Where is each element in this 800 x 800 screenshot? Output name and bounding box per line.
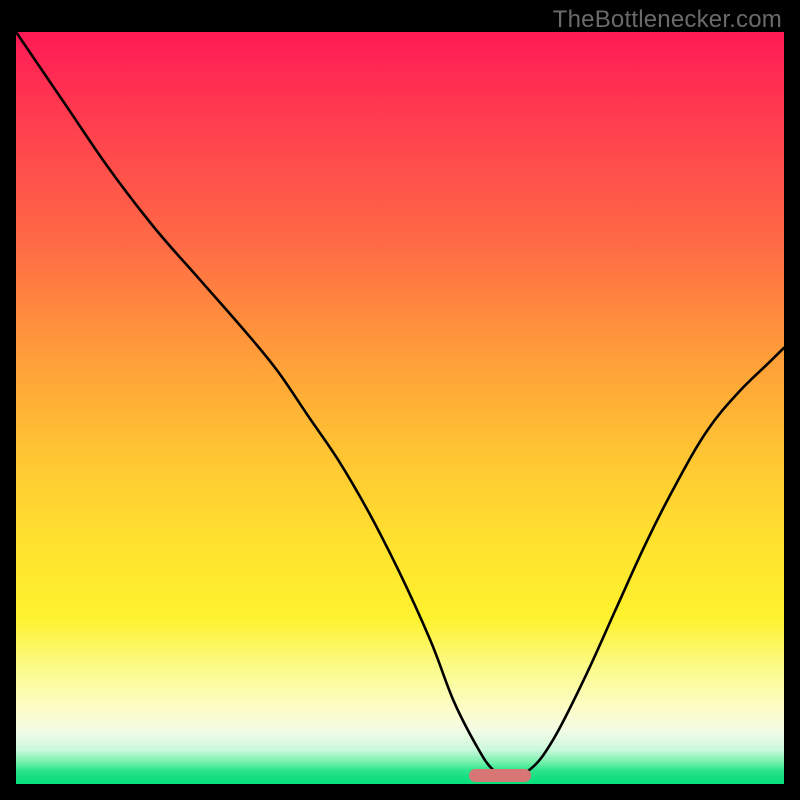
bottleneck-marker (469, 769, 530, 782)
chart-curve (16, 32, 784, 784)
chart-frame (16, 32, 784, 784)
watermark-text: TheBottlenecker.com (553, 6, 782, 34)
